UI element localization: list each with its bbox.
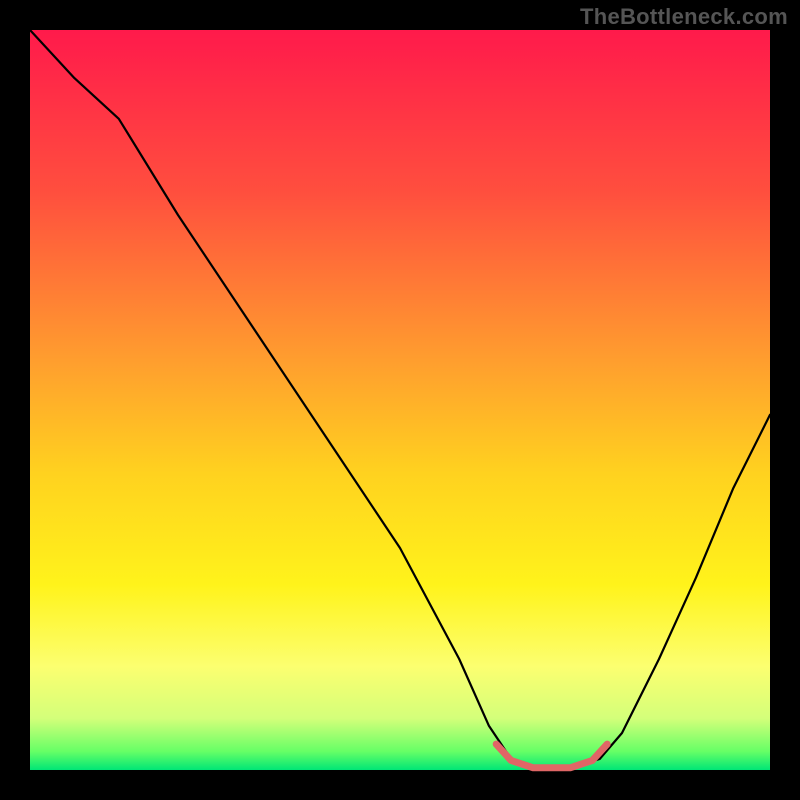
watermark-text: TheBottleneck.com [580,4,788,30]
chart-stage: TheBottleneck.com [0,0,800,800]
bottleneck-chart [0,0,800,800]
